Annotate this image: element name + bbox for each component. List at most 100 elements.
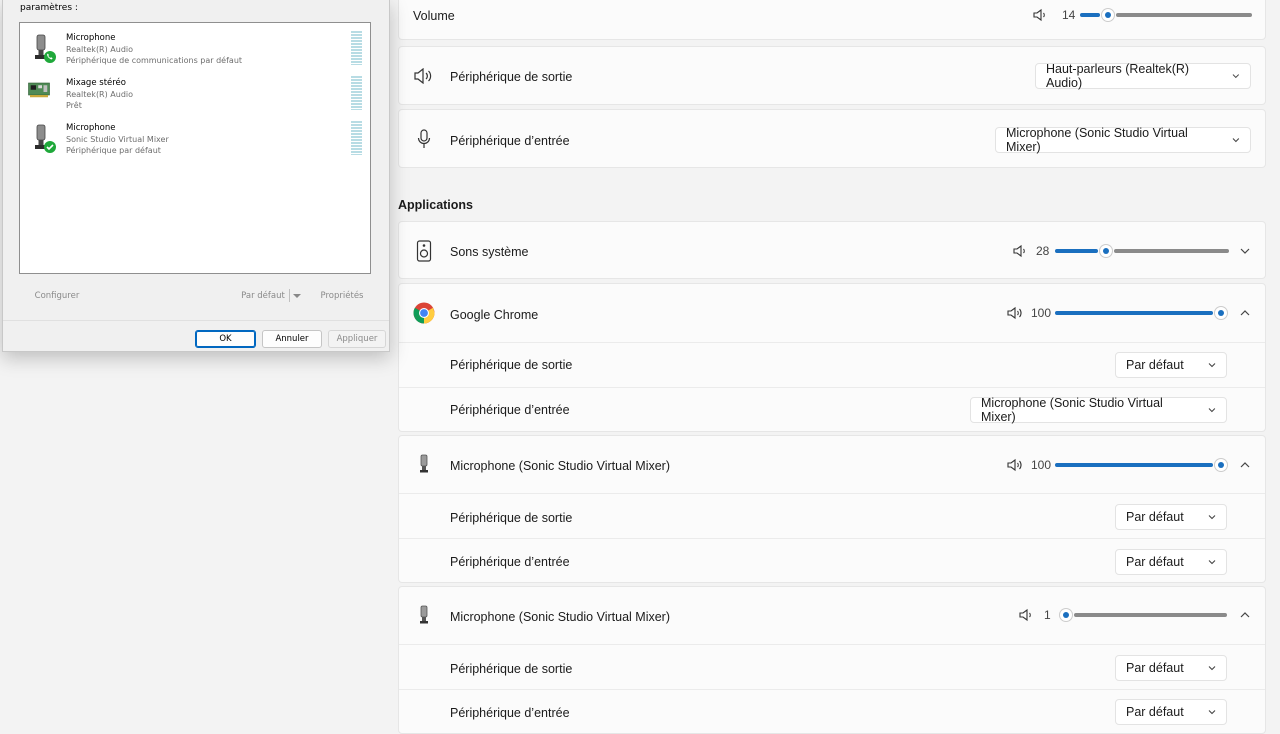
app-header-row: Microphone (Sonic Studio Virtual Mixer) … — [399, 436, 1265, 493]
app-input-value: Par défaut — [1126, 705, 1184, 719]
app-header-row: Microphone (Sonic Studio Virtual Mixer) … — [399, 587, 1265, 644]
recording-devices-dialog: paramètres : Microphone Realtek(R) Audio… — [2, 0, 390, 352]
app-input-label: Périphérique d’entrée — [450, 403, 570, 417]
app-card-microphone-1: Microphone (Sonic Studio Virtual Mixer) … — [398, 435, 1266, 583]
speaker-volume-icon[interactable] — [1007, 458, 1023, 472]
app-volume-slider[interactable] — [1055, 459, 1227, 471]
app-output-dropdown[interactable]: Par défaut — [1115, 655, 1227, 681]
caret-down-icon[interactable] — [292, 293, 301, 299]
slider-thumb[interactable] — [1102, 9, 1115, 21]
app-card-google-chrome: Google Chrome 100 Périphérique de sortie… — [398, 283, 1266, 432]
chrome-icon — [413, 302, 435, 324]
properties-button[interactable]: Propriétés — [313, 287, 371, 304]
level-meter — [351, 121, 362, 155]
chevron-up-icon[interactable] — [1239, 609, 1251, 621]
microphone-device-icon — [35, 124, 56, 153]
output-device-value: Haut-parleurs (Realtek(R) Audio) — [1046, 62, 1190, 90]
set-default-button[interactable]: Par défaut — [235, 287, 307, 304]
app-output-label: Périphérique de sortie — [450, 662, 573, 676]
input-device-card: Périphérique d’entrée Microphone (Sonic … — [398, 109, 1266, 168]
app-input-label: Périphérique d’entrée — [450, 555, 570, 569]
sound-card-icon — [28, 82, 50, 98]
configure-button[interactable]: Configurer — [19, 287, 95, 304]
app-output-label: Périphérique de sortie — [450, 511, 573, 525]
chevron-down-icon — [1208, 560, 1216, 565]
chevron-down-icon — [1208, 408, 1216, 413]
chevron-down-icon — [1232, 138, 1240, 143]
app-output-row: Périphérique de sortie Par défaut — [399, 493, 1265, 538]
app-name: Microphone (Sonic Studio Virtual Mixer) — [450, 610, 671, 624]
slider-thumb[interactable] — [1059, 609, 1072, 621]
app-output-row: Périphérique de sortie Par défaut — [399, 342, 1265, 387]
volume-slider[interactable] — [1080, 9, 1252, 21]
microphone-app-icon — [413, 453, 435, 475]
app-output-dropdown[interactable]: Par défaut — [1115, 352, 1227, 378]
apply-button[interactable]: Appliquer — [328, 330, 386, 348]
chevron-down-icon — [1208, 515, 1216, 520]
app-input-value: Par défaut — [1126, 555, 1184, 569]
slider-track — [1073, 613, 1227, 617]
app-output-dropdown[interactable]: Par défaut — [1115, 504, 1227, 530]
app-output-value: Par défaut — [1126, 358, 1184, 372]
speaker-icon[interactable] — [1013, 244, 1029, 258]
chevron-down-icon — [1208, 710, 1216, 715]
chevron-up-icon[interactable] — [1239, 459, 1251, 471]
app-input-row: Périphérique d’entrée Microphone (Sonic … — [399, 387, 1265, 432]
dropdown-divider — [288, 289, 290, 302]
app-volume-value: 1 — [1044, 608, 1051, 622]
slider-thumb[interactable] — [1100, 245, 1113, 257]
level-meter — [351, 31, 362, 65]
app-output-value: Par défaut — [1126, 661, 1184, 675]
speaker-icon[interactable] — [1033, 8, 1049, 22]
app-volume-slider[interactable] — [1058, 609, 1227, 621]
volume-value: 14 — [1062, 8, 1076, 22]
app-input-dropdown[interactable]: Par défaut — [1115, 699, 1227, 725]
output-device-label: Périphérique de sortie — [450, 70, 573, 84]
chevron-down-icon — [1208, 363, 1216, 368]
microphone-icon — [413, 128, 435, 150]
chevron-down-icon — [1232, 74, 1240, 79]
device-name: Mixage stéréo — [66, 78, 126, 88]
app-input-row: Périphérique d’entrée Par défaut — [399, 538, 1265, 583]
input-device-label: Périphérique d’entrée — [450, 134, 570, 148]
app-input-dropdown[interactable]: Microphone (Sonic Studio Virtual Mixer) — [970, 396, 1227, 424]
cancel-button[interactable]: Annuler — [262, 330, 322, 348]
app-input-value: Microphone (Sonic Studio Virtual Mixer) — [981, 396, 1163, 424]
chevron-down-icon[interactable] — [1239, 245, 1251, 257]
device-name: Microphone — [66, 123, 116, 133]
speaker-output-icon — [413, 65, 435, 87]
slider-track — [1116, 13, 1252, 17]
app-input-label: Périphérique d’entrée — [450, 706, 570, 720]
app-output-value: Par défaut — [1126, 510, 1184, 524]
app-name: Microphone (Sonic Studio Virtual Mixer) — [450, 459, 671, 473]
microphone-device-icon — [35, 34, 56, 63]
master-volume-card: Volume 14 — [398, 0, 1266, 40]
ok-button[interactable]: OK — [195, 330, 256, 348]
chevron-up-icon[interactable] — [1239, 307, 1251, 319]
slider-fill — [1055, 463, 1213, 467]
dialog-instructions: paramètres : — [20, 3, 78, 13]
app-input-dropdown[interactable]: Par défaut — [1115, 549, 1227, 575]
speaker-volume-icon[interactable] — [1007, 306, 1023, 320]
speaker-box-icon — [413, 240, 435, 262]
input-device-dropdown[interactable]: Microphone (Sonic Studio Virtual Mixer) — [995, 126, 1251, 154]
app-name: Sons système — [450, 245, 529, 259]
device-driver: Realtek(R) Audio — [66, 45, 134, 54]
slider-fill — [1055, 249, 1099, 253]
app-volume-slider[interactable] — [1055, 245, 1229, 257]
device-driver: Realtek(R) Audio — [66, 90, 134, 99]
app-volume-value: 100 — [1031, 306, 1052, 320]
device-name: Microphone — [66, 33, 116, 43]
list-item[interactable]: Microphone Sonic Studio Virtual Mixer Pé… — [20, 115, 370, 159]
device-status: Prêt — [66, 101, 82, 110]
list-item[interactable]: Microphone Realtek(R) Audio Périphérique… — [20, 25, 370, 69]
chevron-down-icon — [1208, 666, 1216, 671]
list-item[interactable]: Mixage stéréo Realtek(R) Audio Prêt — [20, 70, 370, 114]
volume-mixer-pane: Volume 14 Périphérique de sortie Haut-pa… — [398, 0, 1266, 734]
app-volume-slider[interactable] — [1055, 307, 1227, 319]
speaker-icon[interactable] — [1019, 608, 1035, 622]
slider-thumb[interactable] — [1215, 307, 1227, 319]
slider-thumb[interactable] — [1215, 459, 1227, 471]
output-device-dropdown[interactable]: Haut-parleurs (Realtek(R) Audio) — [1035, 62, 1251, 90]
device-driver: Sonic Studio Virtual Mixer — [66, 135, 169, 144]
